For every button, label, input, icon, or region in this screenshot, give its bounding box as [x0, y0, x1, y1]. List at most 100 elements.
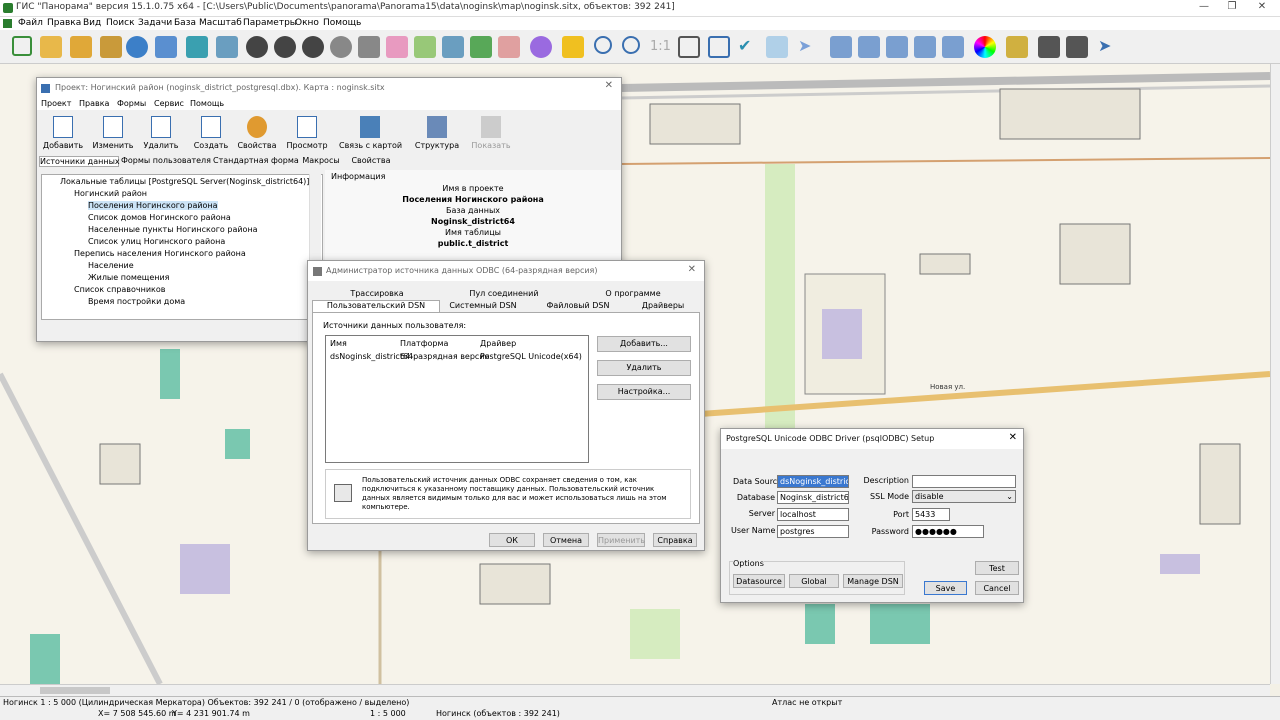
- project-menu-project[interactable]: Проект: [41, 99, 71, 108]
- tool-icon[interactable]: [914, 36, 936, 58]
- tab-macros[interactable]: Макросы: [301, 156, 341, 165]
- tab-properties[interactable]: Свойства: [349, 156, 393, 165]
- port-field[interactable]: 5433: [912, 508, 950, 521]
- manage-dsn-button[interactable]: Manage DSN: [843, 574, 903, 588]
- server-field[interactable]: localhost: [777, 508, 849, 521]
- color-wheel-icon[interactable]: [974, 36, 996, 58]
- menu-file[interactable]: Файл: [18, 18, 43, 28]
- scroll-thumb[interactable]: [40, 687, 110, 694]
- close-button[interactable]: ✕: [1248, 1, 1276, 15]
- tool-icon[interactable]: [858, 36, 880, 58]
- open-folder-icon[interactable]: [40, 36, 62, 58]
- frame-icon[interactable]: [708, 36, 730, 58]
- object-icon[interactable]: [414, 36, 436, 58]
- menu-params[interactable]: Параметры: [243, 18, 297, 28]
- menu-tasks[interactable]: Задачи: [138, 18, 172, 28]
- tool-icon[interactable]: [886, 36, 908, 58]
- help-button[interactable]: Справка: [653, 533, 697, 547]
- global-button[interactable]: Global: [789, 574, 839, 588]
- tab-standard-form[interactable]: Стандартная форма: [213, 156, 299, 165]
- layers-icon[interactable]: [186, 36, 208, 58]
- binoculars-icon[interactable]: [330, 36, 352, 58]
- database-field[interactable]: Noginsk_district64: [777, 491, 849, 504]
- list-icon[interactable]: [358, 36, 380, 58]
- tree-item-local-tables[interactable]: Локальные таблицы [PostgreSQL Server(Nog…: [60, 177, 309, 186]
- new-icon[interactable]: [12, 36, 32, 56]
- link-map-button[interactable]: Связь с картой: [339, 110, 402, 156]
- print-icon[interactable]: [1066, 36, 1088, 58]
- layers-edit-icon[interactable]: [216, 36, 238, 58]
- add-button[interactable]: Добавить: [39, 110, 87, 156]
- add-dsn-button[interactable]: Добавить...: [597, 336, 691, 352]
- structure-button[interactable]: Структура: [413, 110, 461, 156]
- show-button[interactable]: Показать: [467, 110, 515, 156]
- actual-size-icon[interactable]: 1:1: [650, 39, 672, 61]
- pointer-icon[interactable]: ➤: [798, 36, 820, 58]
- ok-button[interactable]: ОК: [489, 533, 535, 547]
- tab-connection-pool[interactable]: Пул соединений: [444, 289, 564, 298]
- tree-item-population[interactable]: Население: [88, 261, 134, 270]
- tree-item-housing[interactable]: Жилые помещения: [88, 273, 170, 282]
- map-icon[interactable]: [155, 36, 177, 58]
- column-driver[interactable]: Драйвер: [480, 339, 516, 348]
- properties-button[interactable]: Свойства: [233, 110, 281, 156]
- create-button[interactable]: Создать: [187, 110, 235, 156]
- project-menu-forms[interactable]: Формы: [117, 99, 146, 108]
- tab-drivers[interactable]: Драйверы: [630, 301, 696, 310]
- tab-file-dsn[interactable]: Файловый DSN: [528, 301, 628, 310]
- menu-scale[interactable]: Масштаб: [199, 18, 242, 28]
- menu-search[interactable]: Поиск: [106, 18, 135, 28]
- map-horizontal-scrollbar[interactable]: [0, 684, 1270, 696]
- tree-item-noginsk-district[interactable]: Ногинский район: [74, 189, 147, 198]
- zoom-in-icon[interactable]: [622, 36, 640, 54]
- data-source-field[interactable]: dsNoginsk_district64: [777, 475, 849, 488]
- delete-object-icon[interactable]: [498, 36, 520, 58]
- map-vertical-scrollbar[interactable]: [1270, 64, 1280, 684]
- globe-icon[interactable]: [126, 36, 148, 58]
- minimize-button[interactable]: —: [1190, 1, 1218, 15]
- tree-item-localities[interactable]: Населенные пункты Ногинского района: [88, 225, 258, 234]
- tab-about[interactable]: О программе: [568, 289, 698, 298]
- maximize-button[interactable]: ❐: [1218, 1, 1246, 15]
- binoculars-icon[interactable]: [302, 36, 324, 58]
- column-name[interactable]: Имя: [330, 339, 347, 348]
- table-row[interactable]: dsNoginsk_district64 64-разрядная версия…: [326, 351, 588, 363]
- tab-tracing[interactable]: Трассировка: [314, 289, 440, 298]
- datasource-button[interactable]: Datasource: [733, 574, 785, 588]
- description-field[interactable]: [912, 475, 1016, 488]
- move-icon[interactable]: [766, 36, 788, 58]
- palette-icon[interactable]: [530, 36, 552, 58]
- project-menu-service[interactable]: Сервис: [154, 99, 184, 108]
- add-object-icon[interactable]: [442, 36, 464, 58]
- close-icon[interactable]: ✕: [688, 264, 696, 275]
- tree-item-references[interactable]: Список справочников: [74, 285, 166, 294]
- close-icon[interactable]: ✕: [1009, 432, 1017, 443]
- cancel-button[interactable]: Отмена: [543, 533, 589, 547]
- column-platform[interactable]: Платформа: [400, 339, 448, 348]
- test-button[interactable]: Test: [975, 561, 1019, 575]
- cancel-button[interactable]: Cancel: [975, 581, 1019, 595]
- tree-item-settlements[interactable]: Поселения Ногинского района: [88, 201, 218, 210]
- project-menu-help[interactable]: Помощь: [190, 99, 224, 108]
- menu-window[interactable]: Окно: [295, 18, 319, 28]
- configure-dsn-button[interactable]: Настройка...: [597, 384, 691, 400]
- pin-icon[interactable]: [1006, 36, 1028, 58]
- preview-button[interactable]: Просмотр: [283, 110, 331, 156]
- menu-edit[interactable]: Правка: [47, 18, 81, 28]
- tree-item-census[interactable]: Перепись населения Ногинского района: [74, 249, 246, 258]
- binoculars-icon[interactable]: [274, 36, 296, 58]
- delete-button[interactable]: Удалить: [137, 110, 185, 156]
- close-icon[interactable]: ✕: [605, 80, 613, 91]
- select-icon[interactable]: [386, 36, 408, 58]
- text-icon[interactable]: [942, 36, 964, 58]
- tab-system-dsn[interactable]: Системный DSN: [444, 301, 522, 310]
- print-icon[interactable]: [1038, 36, 1060, 58]
- tab-user-dsn[interactable]: Пользовательский DSN: [312, 300, 440, 312]
- tree-item-build-time[interactable]: Время постройки дома: [88, 297, 185, 306]
- tab-user-forms[interactable]: Формы пользователя: [121, 156, 211, 165]
- binoculars-icon[interactable]: [246, 36, 268, 58]
- user-name-field[interactable]: postgres: [777, 525, 849, 538]
- menu-base[interactable]: База: [174, 18, 196, 28]
- fit-icon[interactable]: [678, 36, 700, 58]
- lightning-icon[interactable]: [562, 36, 584, 58]
